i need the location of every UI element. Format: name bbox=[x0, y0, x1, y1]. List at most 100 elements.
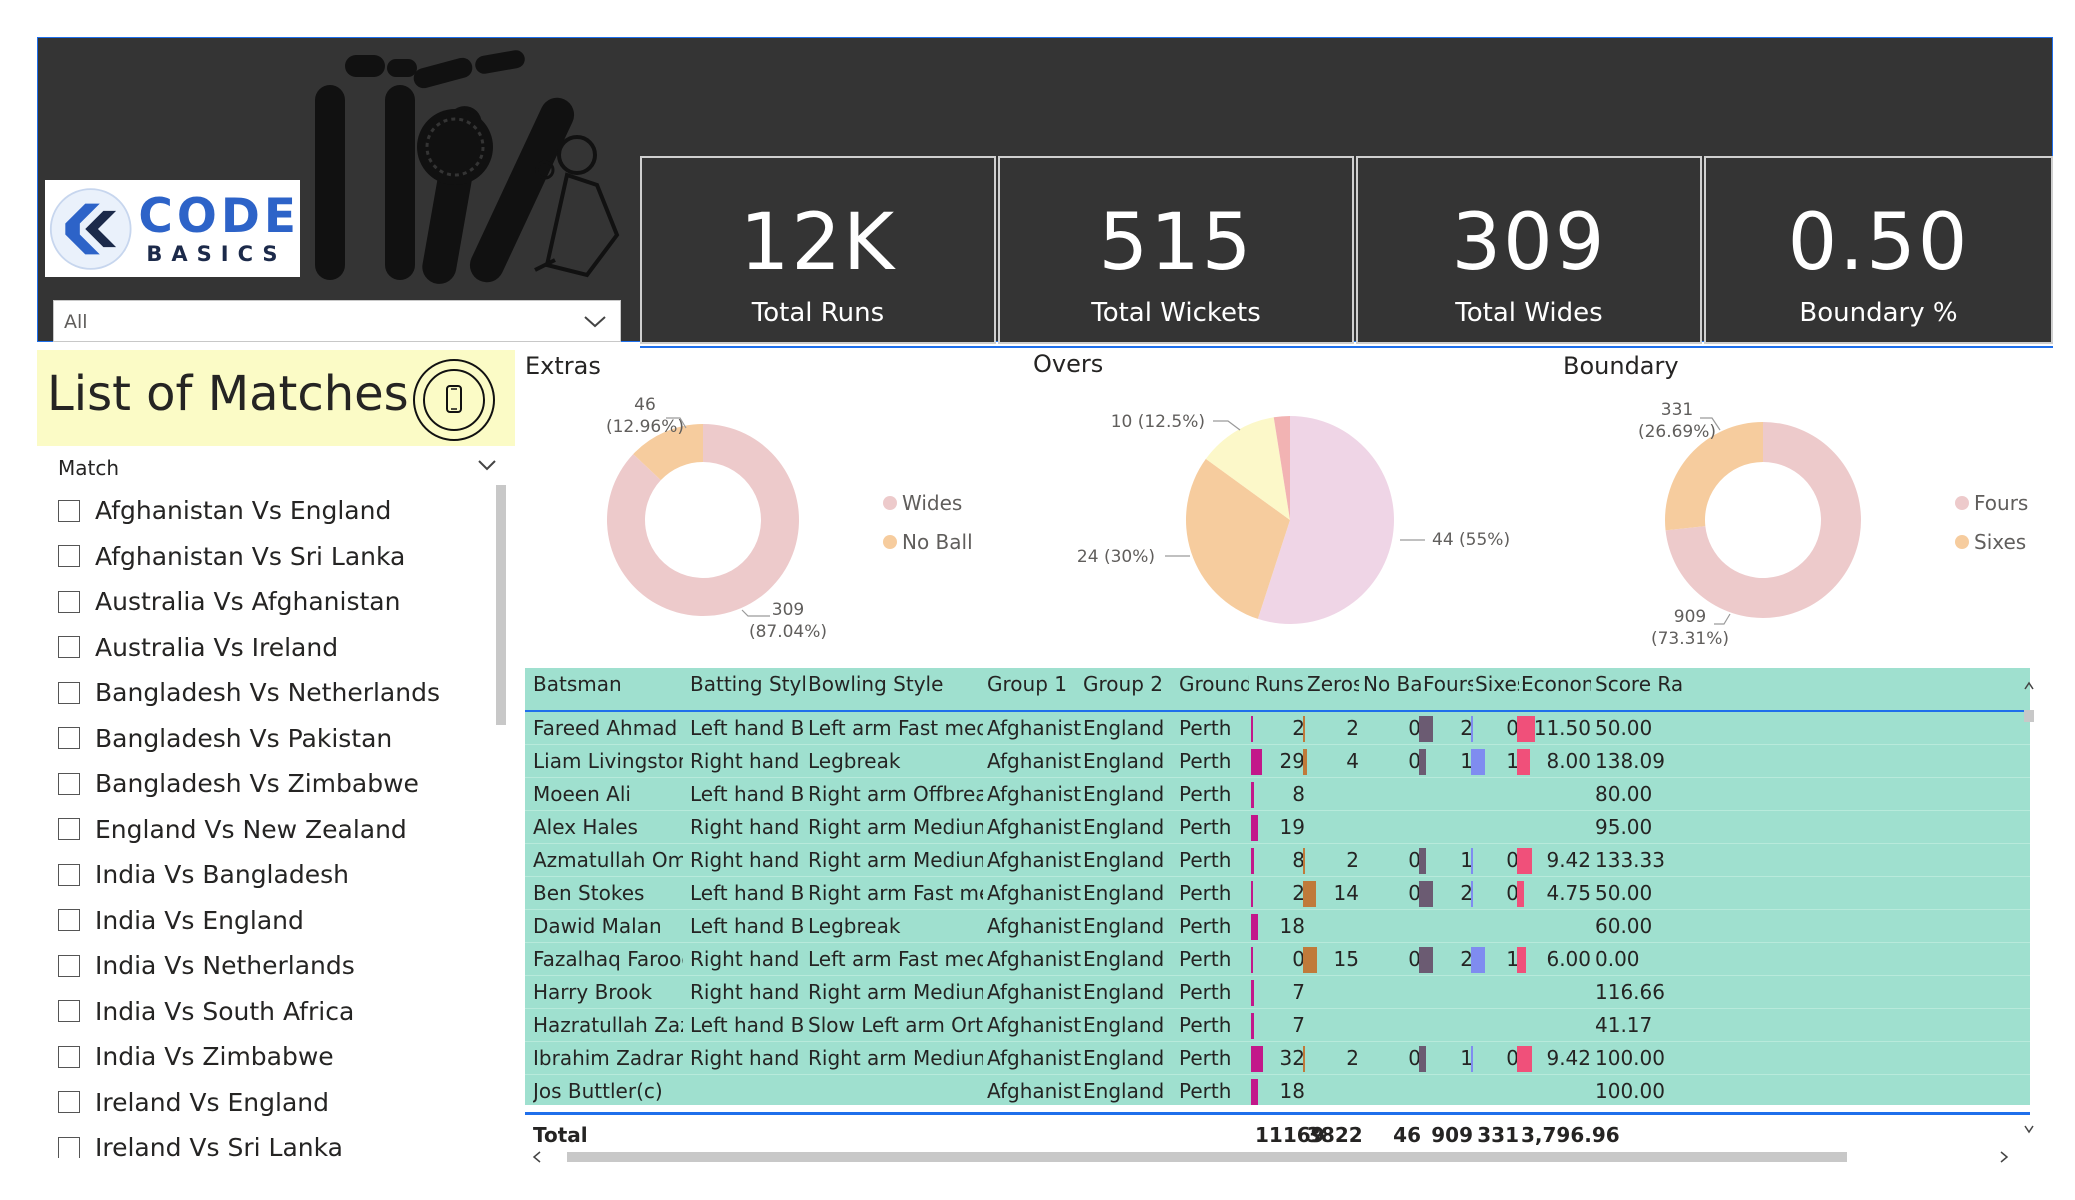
data-bar bbox=[1303, 1046, 1305, 1072]
table-row[interactable]: Fazalhaq Farooqi Right hand BatLeft arm F… bbox=[525, 943, 2030, 976]
legend-marker[interactable] bbox=[1955, 496, 1969, 510]
table-row[interactable]: Harry Brook Right hand BatRight arm Mediu… bbox=[525, 976, 2030, 1009]
data-label: 309 (87.04%) bbox=[749, 600, 827, 642]
data-bar bbox=[1471, 848, 1473, 874]
legend-marker[interactable] bbox=[1955, 535, 1969, 549]
table-cell: Perth bbox=[1179, 716, 1232, 740]
table-cell: England bbox=[1083, 881, 1165, 905]
column-header[interactable]: Batting Style bbox=[690, 672, 805, 696]
table-cell: 0 bbox=[1408, 716, 1421, 740]
table-cell: 0 bbox=[1408, 947, 1421, 971]
scroll-left-icon[interactable] bbox=[531, 1150, 543, 1164]
data-bar bbox=[1251, 848, 1254, 874]
column-header[interactable]: Group 2 bbox=[1083, 672, 1177, 696]
scroll-up-icon[interactable] bbox=[2023, 680, 2035, 692]
total-label: Total bbox=[533, 1123, 588, 1147]
table-cell: Afghanistan bbox=[987, 815, 1081, 839]
table-row[interactable]: Fareed Ahmad Left hand BatLeft arm Fast m… bbox=[525, 712, 2030, 745]
table-cell: Fazalhaq Farooqi bbox=[533, 947, 683, 971]
table-cell: Right hand Bat bbox=[690, 815, 805, 839]
column-header[interactable]: Economy bbox=[1521, 672, 1591, 696]
table-cell: 7 bbox=[1292, 980, 1305, 1004]
column-header[interactable]: Sixes bbox=[1475, 672, 1519, 696]
table-row[interactable]: Ibrahim Zadran Right hand BatRight arm Me… bbox=[525, 1042, 2030, 1075]
table-cell: Ben Stokes bbox=[533, 881, 645, 905]
table-cell: Afghanistan bbox=[987, 716, 1081, 740]
table-cell: 8 bbox=[1292, 848, 1305, 872]
table-row[interactable]: Jos Buttler(c) AfghanistanEngland Perth 18 1… bbox=[525, 1075, 2030, 1105]
table-cell: 2 bbox=[1292, 716, 1305, 740]
table-cell: Afghanistan bbox=[987, 980, 1081, 1004]
table-cell: 116.66 bbox=[1595, 980, 1665, 1004]
data-bar bbox=[1251, 1013, 1254, 1039]
table-cell: 50.00 bbox=[1595, 881, 1653, 905]
table-cell: 133.33 bbox=[1595, 848, 1665, 872]
table-row[interactable]: Azmatullah Omarzai Right hand BatRight ar… bbox=[525, 844, 2030, 877]
legend-label[interactable]: Sixes bbox=[1974, 530, 2026, 554]
column-header[interactable]: Group 1 bbox=[987, 672, 1081, 696]
table-cell: Left hand Bat bbox=[690, 716, 805, 740]
legend-marker[interactable] bbox=[883, 496, 897, 510]
table-row[interactable]: Alex Hales Right hand BatRight arm Medium… bbox=[525, 811, 2030, 844]
table-cell: England bbox=[1083, 782, 1165, 806]
table-cell: Afghanistan bbox=[987, 1079, 1081, 1103]
table-cell: Ibrahim Zadran bbox=[533, 1046, 683, 1070]
table-cell: 2 bbox=[1292, 881, 1305, 905]
table-row[interactable]: Ben Stokes Left hand BatRight arm Fast me… bbox=[525, 877, 2030, 910]
table-cell: Perth bbox=[1179, 815, 1232, 839]
table-cell: 14 bbox=[1333, 881, 1359, 905]
scroll-thumb[interactable] bbox=[567, 1152, 1847, 1162]
table-cell: 0 bbox=[1506, 848, 1519, 872]
table-cell: Right arm Fast medium bbox=[808, 881, 983, 905]
legend-label[interactable]: Wides bbox=[902, 491, 962, 515]
legend-label[interactable]: No Ball bbox=[902, 530, 973, 554]
scroll-right-icon[interactable] bbox=[1998, 1150, 2010, 1164]
table-cell: Perth bbox=[1179, 980, 1232, 1004]
column-header[interactable]: Ground bbox=[1179, 672, 1249, 696]
column-header[interactable]: Runs bbox=[1255, 672, 1305, 696]
data-bar bbox=[1471, 881, 1473, 907]
scroll-down-icon[interactable] bbox=[2023, 1123, 2035, 1135]
data-bar bbox=[1303, 848, 1305, 874]
table-row[interactable]: Dawid Malan Left hand BatLegbreak Afghanis… bbox=[525, 910, 2030, 943]
table-cell: 9.42 bbox=[1546, 848, 1591, 872]
table-cell: Perth bbox=[1179, 1046, 1232, 1070]
total-runs: 11169 bbox=[1255, 1123, 1325, 1147]
table-cell: Afghanistan bbox=[987, 1013, 1081, 1037]
table-cell: 11.50 bbox=[1533, 716, 1591, 740]
data-bar bbox=[1471, 716, 1473, 742]
column-header[interactable]: Score Ra bbox=[1595, 672, 1705, 696]
data-bar bbox=[1251, 980, 1254, 1006]
table-cell: Alex Hales bbox=[533, 815, 638, 839]
table-cell: Perth bbox=[1179, 848, 1232, 872]
data-bar bbox=[1303, 716, 1305, 742]
table-cell: 95.00 bbox=[1595, 815, 1653, 839]
table-cell: 100.00 bbox=[1595, 1079, 1665, 1103]
legend-marker[interactable] bbox=[883, 535, 897, 549]
table-cell: 0 bbox=[1506, 716, 1519, 740]
table-cell: 2 bbox=[1460, 716, 1473, 740]
table-vertical-scrollbar[interactable] bbox=[2022, 668, 2036, 1148]
table-row[interactable]: Hazratullah Zazai Left hand BatSlow Left … bbox=[525, 1009, 2030, 1042]
table-total-row: Total 11169 3822 46 909 331 3,796.96 bbox=[525, 1112, 2030, 1148]
column-header[interactable]: Fours bbox=[1423, 672, 1473, 696]
table-cell: 80.00 bbox=[1595, 782, 1653, 806]
column-header[interactable]: Bowling Style bbox=[808, 672, 983, 696]
table-horizontal-scrollbar[interactable] bbox=[525, 1148, 2030, 1166]
table-cell: 8 bbox=[1292, 782, 1305, 806]
table-row[interactable]: Liam Livingstone Right hand BatLegbreak Af… bbox=[525, 745, 2030, 778]
column-header[interactable]: Zeros bbox=[1307, 672, 1359, 696]
table-cell: Harry Brook bbox=[533, 980, 653, 1004]
table-cell: Left arm Fast medium bbox=[808, 947, 983, 971]
table-cell: Right hand Bat bbox=[690, 980, 805, 1004]
table-cell: Right arm Medium fast bbox=[808, 848, 983, 872]
column-header[interactable]: No Ball bbox=[1363, 672, 1421, 696]
table-cell: 50.00 bbox=[1595, 716, 1653, 740]
column-header[interactable]: Batsman bbox=[533, 672, 683, 696]
table-cell: 0.00 bbox=[1595, 947, 1640, 971]
scroll-thumb[interactable] bbox=[2024, 710, 2034, 722]
table-row[interactable]: Moeen Ali Left hand BatRight arm Offbreak… bbox=[525, 778, 2030, 811]
table-cell: England bbox=[1083, 980, 1165, 1004]
table-cell: 2 bbox=[1346, 1046, 1359, 1070]
legend-label[interactable]: Fours bbox=[1974, 491, 2028, 515]
